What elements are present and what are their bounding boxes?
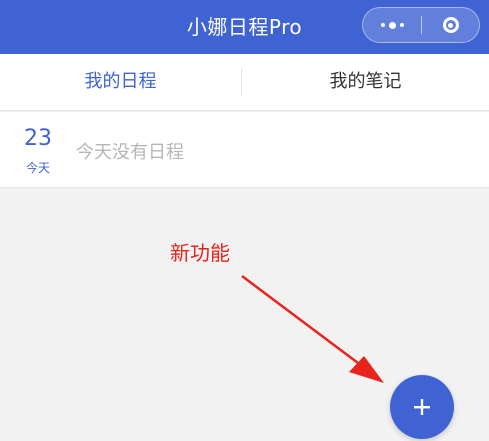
add-schedule-button[interactable] bbox=[390, 375, 454, 439]
target-circle-icon bbox=[442, 17, 459, 33]
empty-schedule-text: 今天没有日程 bbox=[76, 142, 184, 163]
day-number: 23 bbox=[24, 126, 52, 151]
more-dots-icon bbox=[379, 21, 406, 29]
menu-capsule bbox=[362, 7, 480, 43]
close-button[interactable] bbox=[422, 8, 479, 42]
plus-icon bbox=[414, 399, 430, 415]
annotation-label: 新功能 bbox=[170, 241, 230, 265]
schedule-day-row[interactable]: 23 今天 今天没有日程 bbox=[0, 112, 489, 188]
tab-my-schedule[interactable]: 我的日程 bbox=[0, 54, 241, 110]
title-bar: 小娜日程Pro bbox=[0, 0, 489, 54]
more-button[interactable] bbox=[363, 8, 421, 42]
tab-bar: 我的日程 我的笔记 bbox=[0, 54, 489, 111]
tab-my-notes[interactable]: 我的笔记 bbox=[242, 54, 489, 110]
day-label: 今天 bbox=[25, 161, 50, 175]
